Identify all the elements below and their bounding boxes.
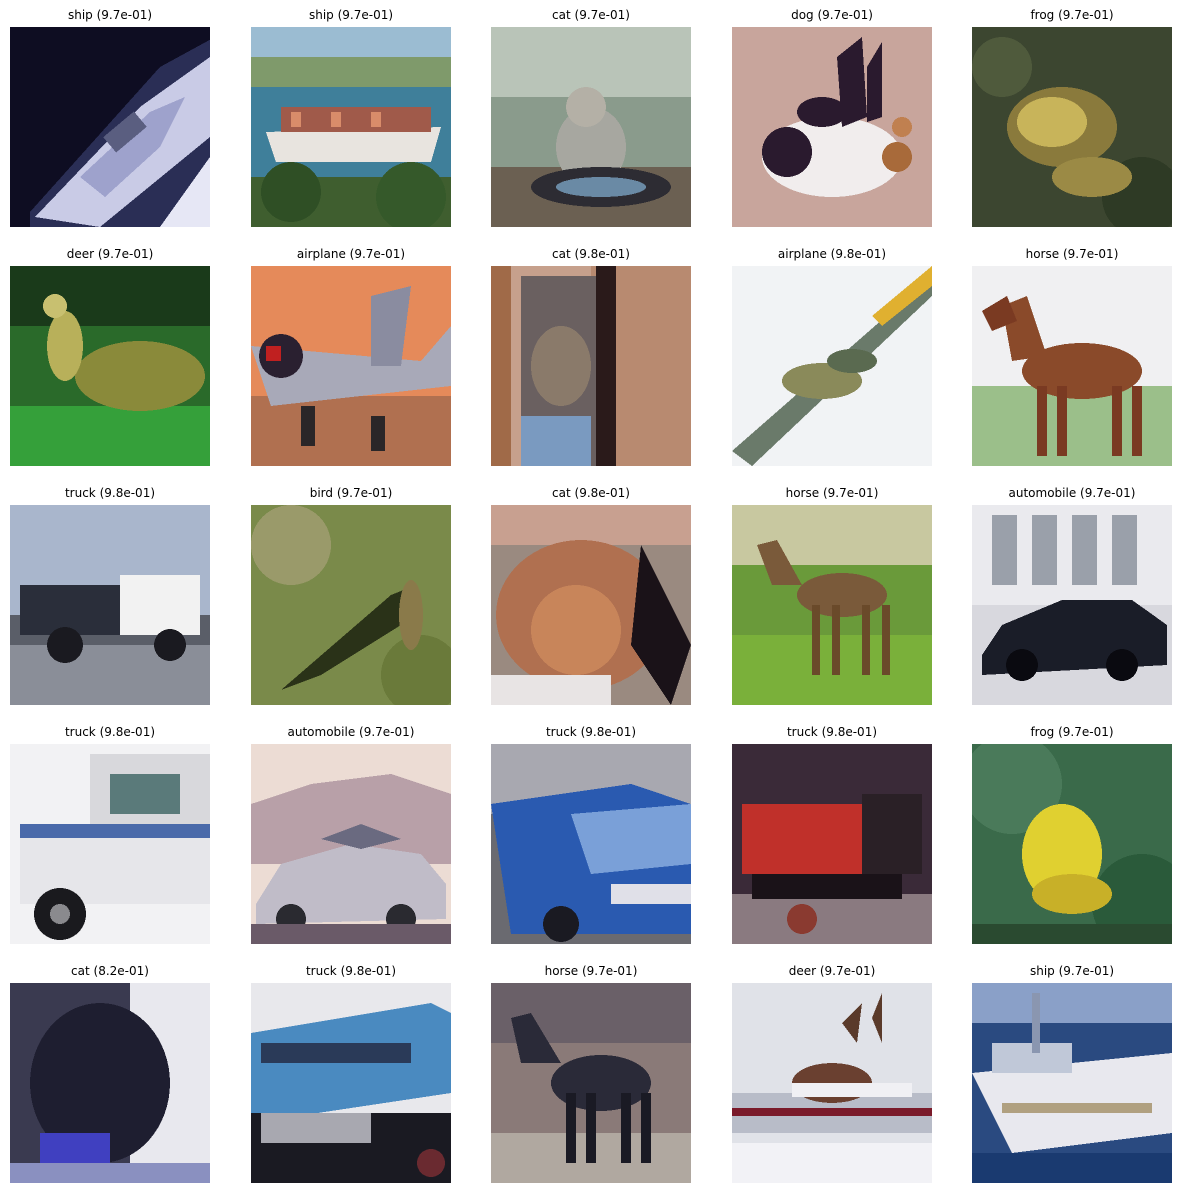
grid-cell: truck (9.8e-01)	[732, 723, 932, 944]
thumbnail-image	[10, 983, 210, 1183]
image-caption: frog (9.7e-01)	[1030, 725, 1114, 739]
thumbnail-image	[10, 27, 210, 227]
image-caption: truck (9.8e-01)	[64, 486, 156, 500]
thumbnail-image	[10, 744, 210, 944]
grid-cell: airplane (9.7e-01)	[251, 245, 451, 466]
image-caption: cat (8.2e-01)	[71, 964, 149, 978]
image-caption: ship (9.7e-01)	[308, 8, 394, 22]
thumbnail-image	[251, 266, 451, 466]
image-caption: truck (9.8e-01)	[305, 964, 397, 978]
thumbnail-image	[732, 744, 932, 944]
thumbnail-image	[732, 27, 932, 227]
thumbnail-image	[10, 266, 210, 466]
image-caption: horse (9.7e-01)	[785, 486, 879, 500]
thumbnail-image	[10, 505, 210, 705]
thumbnail-image	[972, 744, 1172, 944]
thumbnail-image	[732, 266, 932, 466]
thumbnail-image	[491, 266, 691, 466]
grid-cell: horse (9.7e-01)	[972, 245, 1172, 466]
image-caption: cat (9.8e-01)	[552, 486, 630, 500]
thumbnail-image	[972, 27, 1172, 227]
image-caption: dog (9.7e-01)	[791, 8, 873, 22]
grid-cell: truck (9.8e-01)	[491, 723, 691, 944]
thumbnail-image	[972, 266, 1172, 466]
grid-cell: deer (9.7e-01)	[732, 962, 932, 1183]
grid-cell: frog (9.7e-01)	[972, 6, 1172, 227]
thumbnail-image	[732, 505, 932, 705]
image-caption: horse (9.7e-01)	[1025, 247, 1119, 261]
grid-cell: truck (9.8e-01)	[10, 484, 210, 705]
thumbnail-image	[491, 505, 691, 705]
grid-cell: cat (9.8e-01)	[491, 484, 691, 705]
grid-cell: horse (9.7e-01)	[732, 484, 932, 705]
image-caption: truck (9.8e-01)	[545, 725, 637, 739]
image-caption: cat (9.7e-01)	[552, 8, 630, 22]
image-caption: ship (9.7e-01)	[67, 8, 153, 22]
image-caption: deer (9.7e-01)	[788, 964, 876, 978]
image-caption: deer (9.7e-01)	[66, 247, 154, 261]
grid-cell: automobile (9.7e-01)	[972, 484, 1172, 705]
thumbnail-image	[251, 983, 451, 1183]
grid-cell: frog (9.7e-01)	[972, 723, 1172, 944]
image-caption: horse (9.7e-01)	[544, 964, 638, 978]
thumbnail-image	[972, 505, 1172, 705]
grid-cell: ship (9.7e-01)	[10, 6, 210, 227]
thumbnail-image	[972, 983, 1172, 1183]
image-caption: airplane (9.8e-01)	[777, 247, 887, 261]
thumbnail-image	[491, 744, 691, 944]
grid-cell: automobile (9.7e-01)	[251, 723, 451, 944]
grid-cell: dog (9.7e-01)	[732, 6, 932, 227]
grid-cell: cat (9.8e-01)	[491, 245, 691, 466]
grid-cell: airplane (9.8e-01)	[732, 245, 932, 466]
image-caption: airplane (9.7e-01)	[296, 247, 406, 261]
grid-cell: ship (9.7e-01)	[251, 6, 451, 227]
image-caption: truck (9.8e-01)	[64, 725, 156, 739]
thumbnail-image	[251, 505, 451, 705]
grid-cell: deer (9.7e-01)	[10, 245, 210, 466]
grid-cell: ship (9.7e-01)	[972, 962, 1172, 1183]
image-caption: ship (9.7e-01)	[1029, 964, 1115, 978]
image-caption: automobile (9.7e-01)	[1008, 486, 1136, 500]
grid-cell: cat (8.2e-01)	[10, 962, 210, 1183]
grid-cell: truck (9.8e-01)	[251, 962, 451, 1183]
image-caption: automobile (9.7e-01)	[287, 725, 415, 739]
thumbnail-image	[491, 983, 691, 1183]
grid-cell: horse (9.7e-01)	[491, 962, 691, 1183]
image-caption: cat (9.8e-01)	[552, 247, 630, 261]
thumbnail-image	[732, 983, 932, 1183]
grid-cell: cat (9.7e-01)	[491, 6, 691, 227]
thumbnail-image	[491, 27, 691, 227]
image-caption: bird (9.7e-01)	[309, 486, 393, 500]
grid-cell: bird (9.7e-01)	[251, 484, 451, 705]
thumbnail-image	[251, 27, 451, 227]
grid-cell: truck (9.8e-01)	[10, 723, 210, 944]
image-caption: frog (9.7e-01)	[1030, 8, 1114, 22]
image-caption: truck (9.8e-01)	[786, 725, 878, 739]
thumbnail-image	[251, 744, 451, 944]
